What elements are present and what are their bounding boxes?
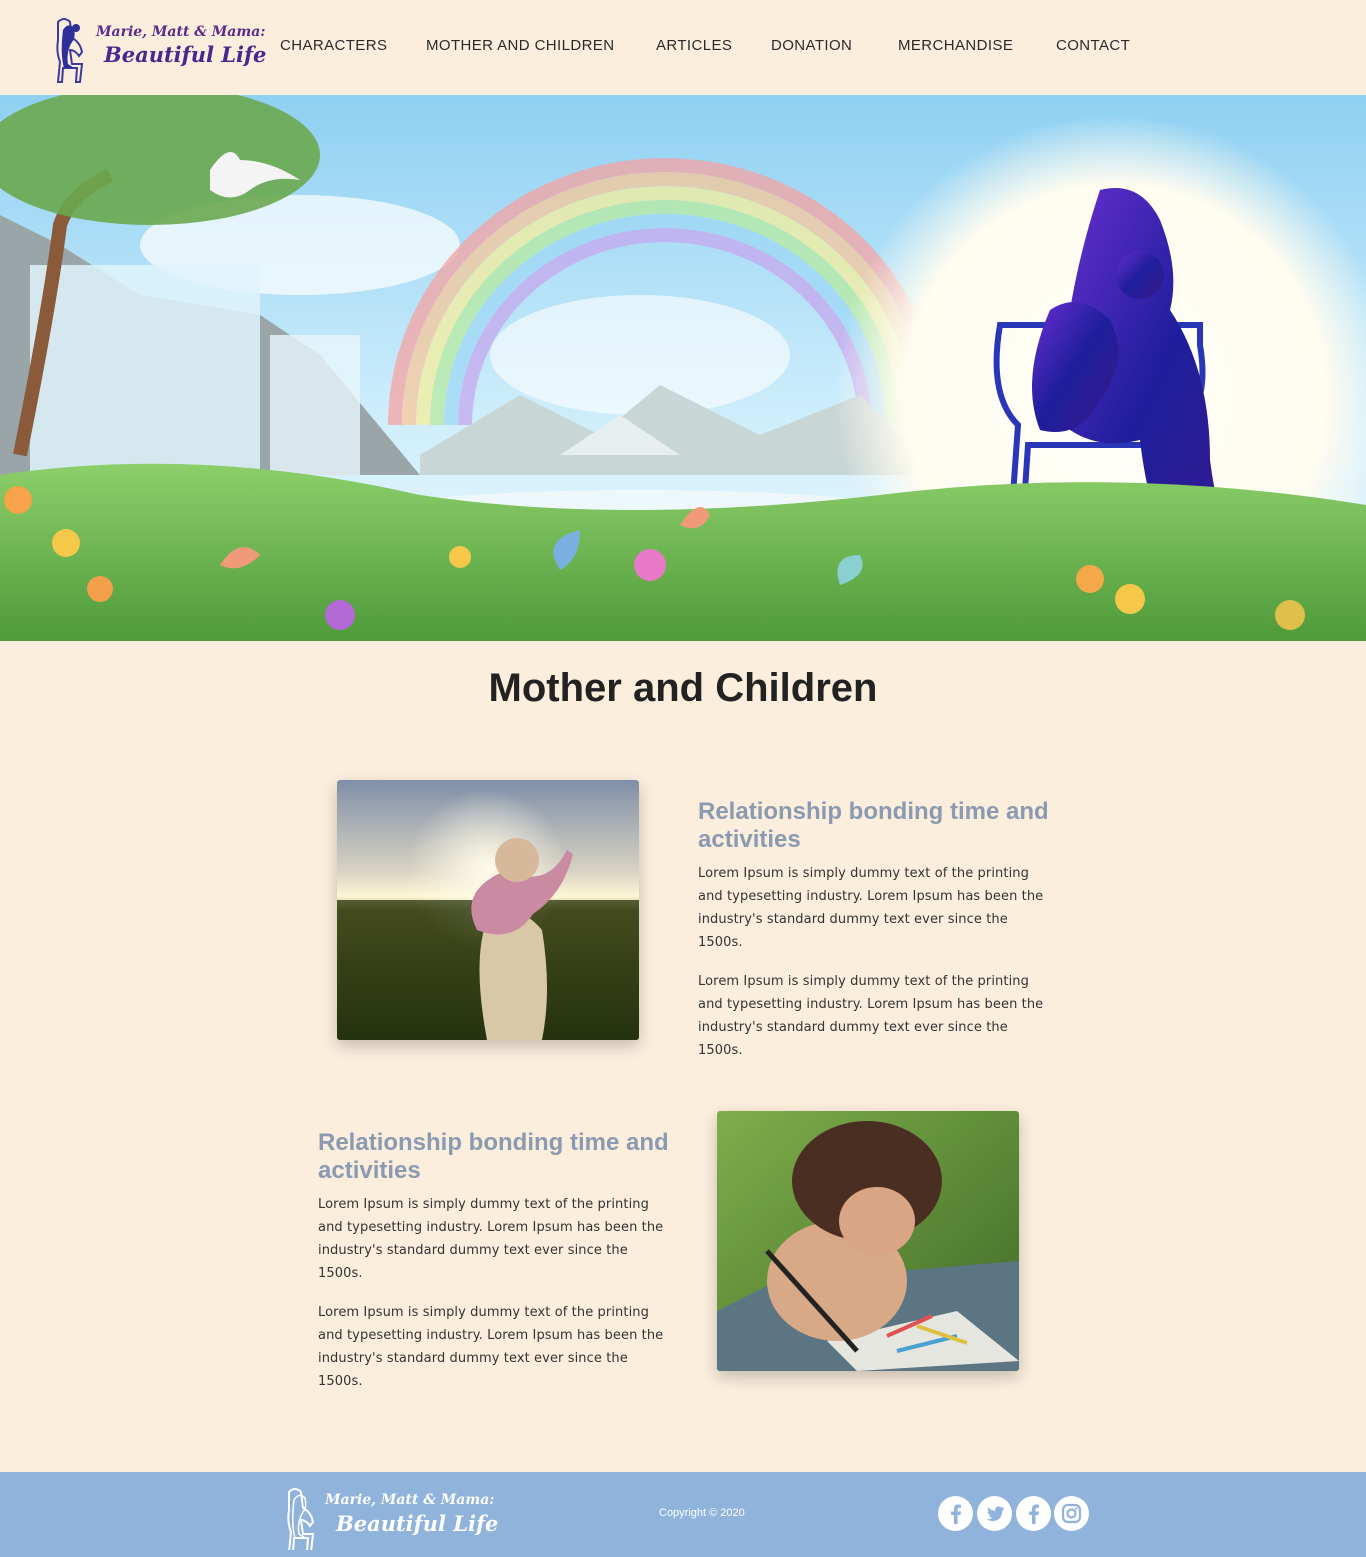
nav-contact[interactable]: CONTACT xyxy=(1056,37,1130,54)
copyright-text: Copyright © 2020 xyxy=(659,1507,745,1519)
footer-logo-text-line2: Beautiful Life xyxy=(336,1511,499,1536)
main-nav: CHARACTERS MOTHER AND CHILDREN ARTICLES … xyxy=(0,37,1366,57)
hero-banner xyxy=(0,95,1366,641)
nav-merchandise[interactable]: MERCHANDISE xyxy=(898,37,1013,54)
nav-articles[interactable]: ARTICLES xyxy=(656,37,732,54)
child-drawing-photo xyxy=(717,1111,1019,1371)
section-2-heading: Relationship bonding time and activities xyxy=(318,1129,669,1184)
site-header: Marie, Matt & Mama: Beautiful Life CHARA… xyxy=(0,0,1366,95)
section-1-paragraph-1: Lorem Ipsum is simply dummy text of the … xyxy=(698,866,1044,950)
section-2-paragraph-1: Lorem Ipsum is simply dummy text of the … xyxy=(318,1197,664,1281)
section-2-text: Relationship bonding time and activities… xyxy=(318,1129,678,1409)
twitter-icon[interactable] xyxy=(977,1496,1012,1531)
nav-donation[interactable]: DONATION xyxy=(771,37,852,54)
instagram-icon[interactable] xyxy=(1054,1496,1089,1531)
facebook-icon[interactable] xyxy=(1016,1496,1051,1531)
hero-illustration xyxy=(0,95,1366,641)
facebook-icon[interactable] xyxy=(938,1496,973,1531)
section-2-paragraph-2: Lorem Ipsum is simply dummy text of the … xyxy=(318,1305,664,1389)
section-1-paragraph-2: Lorem Ipsum is simply dummy text of the … xyxy=(698,974,1044,1058)
nav-mother-and-children[interactable]: MOTHER AND CHILDREN xyxy=(426,37,614,54)
footer-logo-text-line1: Marie, Matt & Mama: xyxy=(325,1492,495,1508)
child-on-shoulders-photo xyxy=(337,780,639,1040)
section-1-text: Relationship bonding time and activities… xyxy=(698,798,1058,1078)
section-1-heading: Relationship bonding time and activities xyxy=(698,798,1049,853)
nav-characters[interactable]: CHARACTERS xyxy=(280,37,387,54)
page-title: Mother and Children xyxy=(488,666,878,710)
site-footer: Marie, Matt & Mama: Beautiful Life Copyr… xyxy=(0,1472,1366,1557)
